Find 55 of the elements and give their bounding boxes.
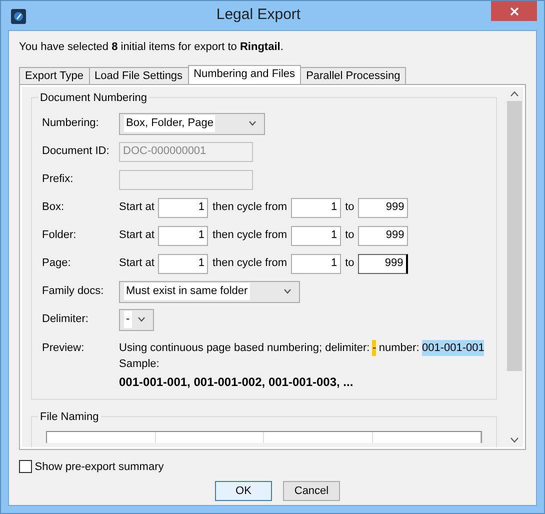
chevron-down-icon [249, 121, 256, 126]
input-field[interactable]: 999 [358, 198, 408, 218]
range-label: Start at [119, 228, 156, 244]
range-label: Start at [119, 256, 156, 272]
chevron-up-icon[interactable] [510, 90, 519, 96]
input-field[interactable]: 1 [291, 226, 342, 246]
input-field[interactable]: 999 [358, 254, 408, 274]
tab[interactable]: Export Type [19, 66, 90, 84]
window-title: Legal Export [215, 5, 302, 26]
field-label: Preview: [42, 340, 86, 356]
input-field[interactable]: 1 [158, 198, 208, 218]
input-field[interactable]: 1 [291, 254, 342, 274]
preview-text: number: [378, 340, 420, 356]
field-label: Document ID: [42, 144, 110, 160]
range-label: then cycle from [211, 256, 288, 272]
input-field[interactable]: 999 [358, 226, 408, 246]
dropdown[interactable]: - [119, 308, 154, 330]
field-label: Delimiter: [42, 312, 90, 328]
sample-text: 001-001-001, 001-001-002, 001-001-003, ... [119, 374, 354, 390]
field-label: Prefix: [42, 172, 74, 188]
close-button[interactable] [491, 1, 537, 21]
range-label: to [344, 200, 356, 216]
chevron-down-icon [138, 317, 145, 322]
field-label: Numbering: [42, 116, 100, 132]
range-label: then cycle from [211, 228, 288, 244]
dropdown[interactable]: Box, Folder, Page [119, 112, 266, 134]
chevron-down-icon[interactable] [510, 436, 519, 442]
field-label: Page: [42, 256, 72, 272]
input-field[interactable]: 1 [158, 254, 208, 274]
field-label: Folder: [42, 228, 78, 244]
dropdown[interactable]: Must exist in same folder [119, 280, 300, 302]
input-field[interactable]: 1 [158, 226, 208, 246]
tab[interactable]: Parallel Processing [300, 66, 406, 84]
close-icon [510, 6, 518, 16]
checkbox[interactable] [19, 460, 32, 474]
tab[interactable]: Numbering and Files [188, 64, 302, 84]
checkbox-label: Show pre-export summary [34, 460, 164, 474]
scrollbar[interactable] [506, 86, 523, 446]
delimiter-highlight: - [372, 340, 376, 356]
field-label: Box: [42, 200, 66, 216]
preview-text: Using continuous page based numbering; delimiter: [119, 340, 370, 356]
number-highlight: 001-001-001 [422, 340, 484, 356]
intro-text: You have selected 8 initial items for export to Ringtail. [19, 40, 284, 55]
ok-button[interactable]: OK [215, 481, 272, 501]
app-icon [11, 8, 26, 24]
sample-label: Sample: [119, 357, 160, 372]
field-label: Family docs: [42, 284, 105, 300]
cancel-button[interactable]: Cancel [283, 481, 340, 501]
input-field[interactable]: 1 [291, 198, 342, 218]
range-label: then cycle from [211, 200, 288, 216]
tab[interactable]: Load File Settings [88, 66, 189, 84]
range-label: to [344, 256, 356, 272]
range-label: Start at [119, 200, 156, 216]
chevron-down-icon [284, 289, 291, 294]
range-label: to [344, 228, 356, 244]
